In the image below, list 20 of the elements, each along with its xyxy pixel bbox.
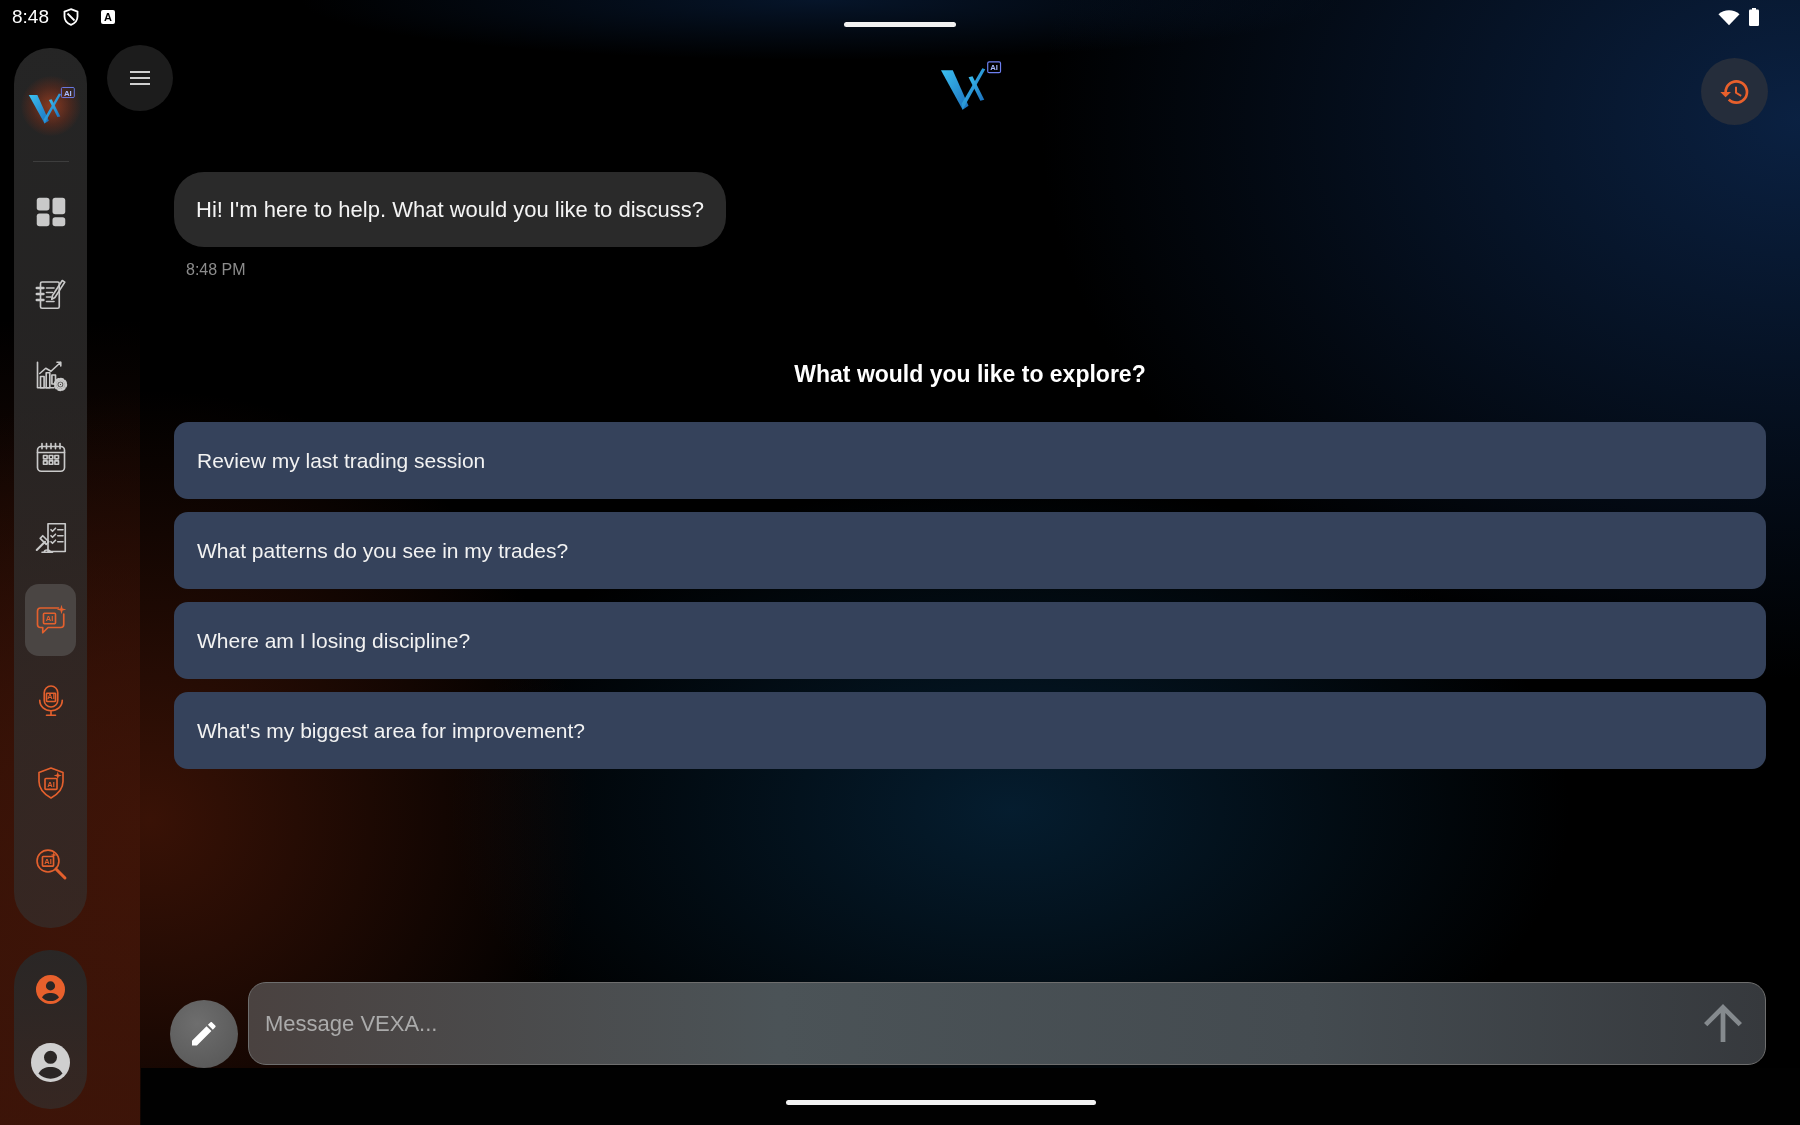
prompt-heading: What would you like to explore? (793, 360, 1147, 388)
status-time: 8:48 (12, 6, 49, 28)
suggestion-button[interactable]: What's my biggest area for improvement? (174, 692, 1766, 769)
pencil-icon (192, 1022, 216, 1046)
battery-icon (1749, 8, 1759, 26)
avatar-icon (31, 1042, 70, 1082)
message-time: 8:48 PM (185, 260, 246, 280)
message-input[interactable]: Message VEXA... (248, 982, 1766, 1065)
suggestion-button[interactable]: What patterns do you see in my trades? (174, 512, 1766, 589)
drag-handle[interactable] (844, 21, 956, 27)
shield-icon (63, 8, 79, 26)
notification-icon: A (101, 10, 115, 24)
suggestion-button[interactable]: Where am I losing discipline? (174, 602, 1766, 679)
send-icon[interactable] (1704, 1004, 1742, 1042)
person-icon (36, 974, 65, 1004)
suggestion-button[interactable]: Review my last trading session (174, 422, 1766, 499)
menu-icon (129, 70, 151, 86)
wifi-icon (1718, 8, 1740, 26)
message-bubble: Hi! I'm here to help. What would you like to discuss? (174, 172, 726, 247)
logo: AI (20, 76, 81, 136)
